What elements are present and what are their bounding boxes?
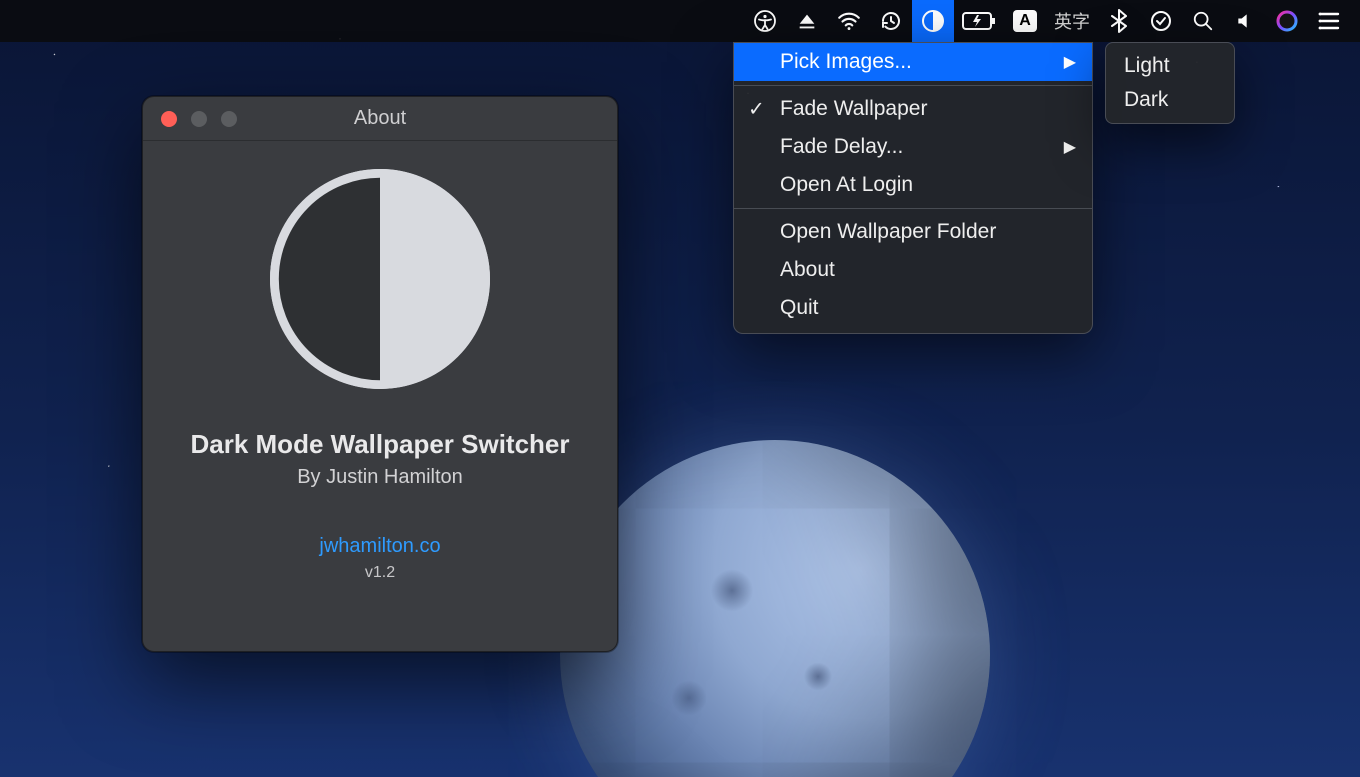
about-body: Dark Mode Wallpaper Switcher By Justin H…: [143, 141, 617, 582]
input-source-badge[interactable]: A: [1004, 0, 1046, 42]
menu-item-open-at-login[interactable]: Open At Login: [734, 166, 1092, 204]
menu-item-pick-images[interactable]: Pick Images... ▶: [734, 43, 1092, 81]
app-name: Dark Mode Wallpaper Switcher: [190, 429, 569, 460]
spotlight-search-icon[interactable]: [1182, 0, 1224, 42]
submenu-arrow-icon: ▶: [1064, 137, 1076, 157]
menu-item-quit[interactable]: Quit: [734, 289, 1092, 327]
menu-item-label: Fade Delay...: [780, 135, 903, 159]
app-website-link[interactable]: jwhamilton.co: [319, 535, 440, 558]
app-version: v1.2: [365, 564, 395, 582]
window-zoom-button: [221, 111, 237, 127]
accessibility-icon[interactable]: [744, 0, 786, 42]
notification-center-icon[interactable]: [1308, 0, 1350, 42]
submenu-item-label: Dark: [1124, 88, 1168, 112]
app-byline: By Justin Hamilton: [297, 466, 463, 489]
menu-item-label: Fade Wallpaper: [780, 97, 927, 121]
wifi-icon[interactable]: [828, 0, 870, 42]
window-close-button[interactable]: [161, 111, 177, 127]
menu-item-label: Open At Login: [780, 173, 913, 197]
menu-separator: [734, 208, 1092, 209]
clock-icon[interactable]: [1140, 0, 1182, 42]
window-minimize-button: [191, 111, 207, 127]
app-menu: Pick Images... ▶ ✓ Fade Wallpaper Fade D…: [733, 42, 1093, 334]
window-controls: [143, 111, 237, 127]
pick-images-submenu: Light Dark: [1105, 42, 1235, 124]
desktop-wallpaper-moon: [560, 440, 990, 777]
battery-charging-icon[interactable]: [954, 0, 1004, 42]
submenu-arrow-icon: ▶: [1064, 52, 1076, 72]
submenu-item-label: Light: [1124, 54, 1170, 78]
checkmark-icon: ✓: [748, 97, 765, 122]
about-window: About Dark Mode Wallpaper Switcher By Ju…: [142, 96, 618, 652]
menu-item-about[interactable]: About: [734, 251, 1092, 289]
menu-item-open-wallpaper-folder[interactable]: Open Wallpaper Folder: [734, 213, 1092, 251]
eject-icon[interactable]: [786, 0, 828, 42]
submenu-item-light[interactable]: Light: [1106, 49, 1234, 83]
submenu-item-dark[interactable]: Dark: [1106, 83, 1234, 117]
menu-separator: [734, 85, 1092, 86]
menu-item-label: Quit: [780, 296, 819, 320]
menu-item-label: Open Wallpaper Folder: [780, 220, 996, 244]
menu-item-label: About: [780, 258, 835, 282]
timemachine-icon[interactable]: [870, 0, 912, 42]
bluetooth-icon[interactable]: [1098, 0, 1140, 42]
volume-icon[interactable]: [1224, 0, 1266, 42]
siri-icon[interactable]: [1266, 0, 1308, 42]
menu-item-fade-wallpaper[interactable]: ✓ Fade Wallpaper: [734, 90, 1092, 128]
menu-item-fade-delay[interactable]: Fade Delay... ▶: [734, 128, 1092, 166]
menu-item-label: Pick Images...: [780, 50, 912, 74]
dark-mode-switcher-icon[interactable]: [912, 0, 954, 42]
menu-bar: A 英字: [0, 0, 1360, 42]
input-source-text[interactable]: 英字: [1046, 0, 1098, 42]
about-titlebar[interactable]: About: [143, 97, 617, 141]
app-icon: [270, 169, 490, 389]
